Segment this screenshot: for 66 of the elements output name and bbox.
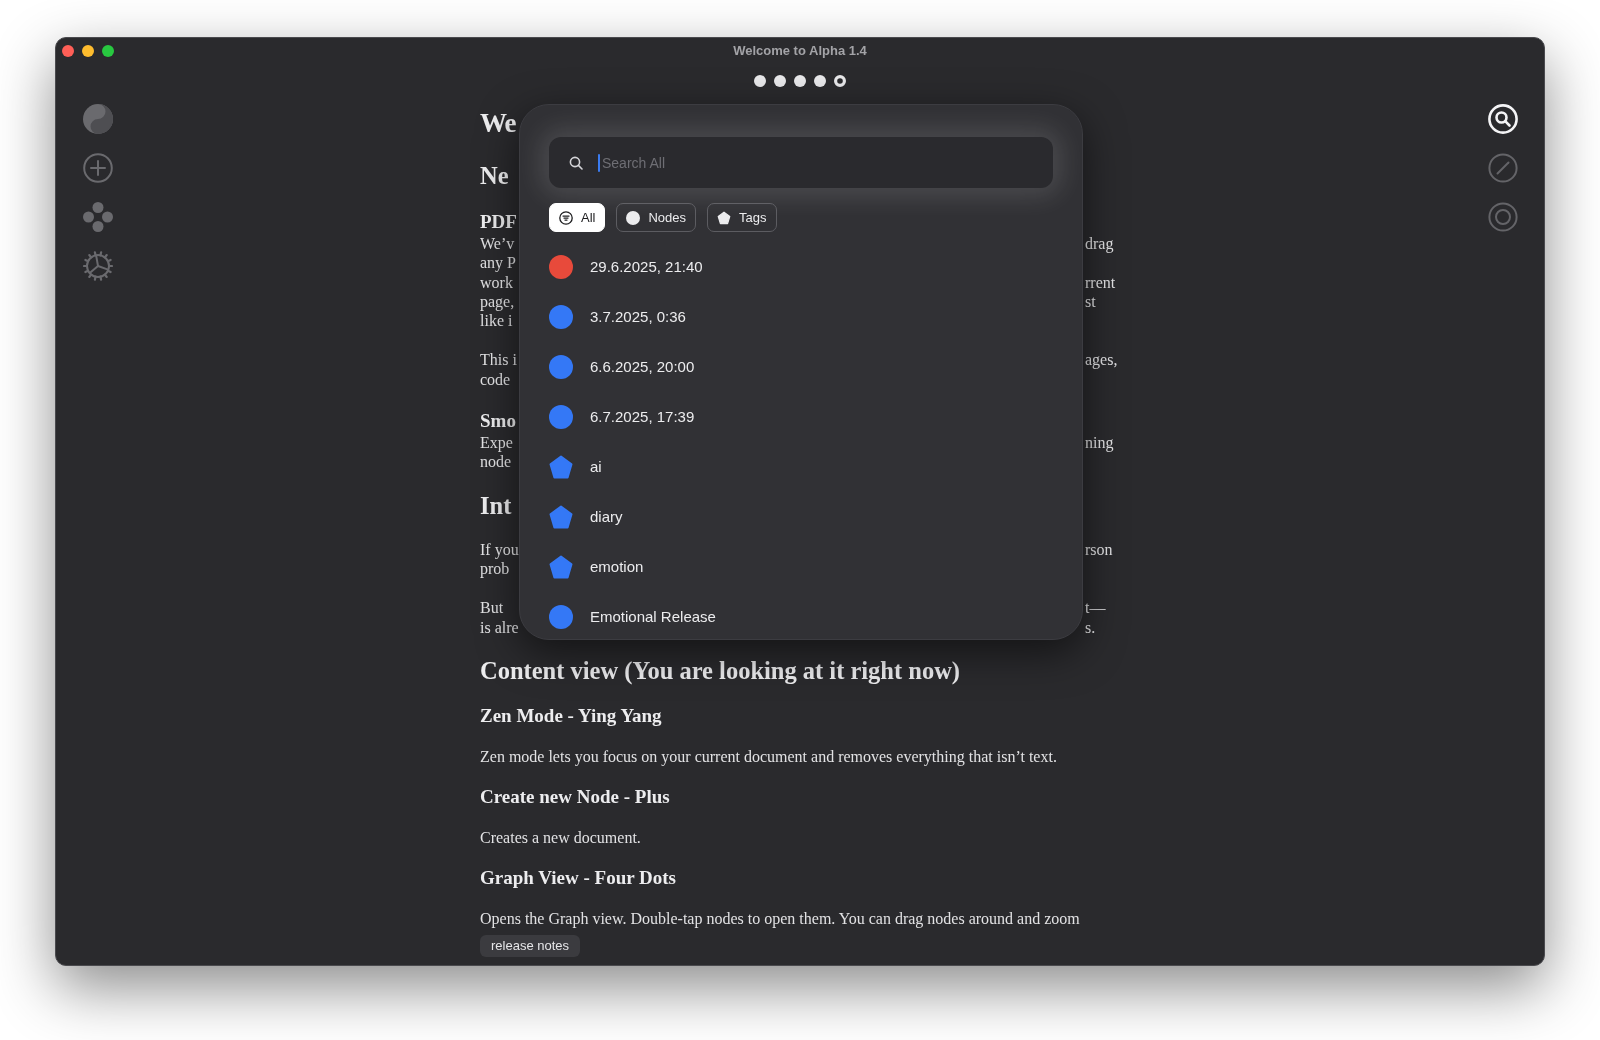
page-title: We bbox=[480, 107, 516, 140]
paragraph-text: t— bbox=[1085, 598, 1106, 618]
paragraph-text: drag bbox=[1085, 234, 1114, 254]
filter-tab[interactable]: Tags bbox=[707, 203, 777, 232]
page-dot-icon[interactable] bbox=[814, 75, 826, 87]
paragraph-text: Opens the Graph view. Double-tap nodes to open them. You can drag nodes around and zoom bbox=[480, 910, 1080, 928]
subsection-heading: Graph View - Four Dots bbox=[480, 867, 676, 889]
filter-tab[interactable]: Nodes bbox=[616, 203, 697, 232]
filter-lines-icon bbox=[559, 210, 573, 225]
paragraph-text: ages, bbox=[1085, 350, 1118, 370]
page-dot-icon[interactable] bbox=[834, 75, 846, 87]
search-icon[interactable] bbox=[1487, 104, 1518, 134]
page-dot-icon[interactable] bbox=[794, 75, 806, 87]
search-result-item[interactable]: 29.6.2025, 21:40 bbox=[549, 242, 1053, 292]
paragraph-text: But bbox=[480, 598, 504, 618]
paragraph-text: rrent bbox=[1085, 272, 1116, 292]
section-heading: Int bbox=[480, 491, 512, 520]
circle-icon bbox=[626, 210, 641, 225]
subsection-heading: Zen Mode - Ying Yang bbox=[480, 704, 662, 726]
paragraph-text: Zen mode lets you focus on your current document and removes everything that isn’t text. bbox=[480, 747, 1057, 765]
pencil-icon[interactable] bbox=[1487, 153, 1518, 183]
page-dot-icon[interactable] bbox=[754, 75, 766, 87]
search-result-item[interactable]: diary bbox=[549, 492, 1053, 542]
paragraph-heading: PDF bbox=[480, 210, 517, 234]
paragraph-text: like i bbox=[480, 311, 513, 331]
target-icon[interactable] bbox=[1487, 202, 1518, 232]
paragraph-text: Expe bbox=[480, 433, 513, 453]
paragraph-text: code bbox=[480, 369, 511, 390]
release-notes-button[interactable]: release notes bbox=[480, 934, 581, 957]
plus-circle-icon[interactable] bbox=[82, 153, 113, 183]
paragraph-text: This i bbox=[480, 350, 517, 370]
search-field[interactable]: Search All bbox=[549, 137, 1053, 188]
search-result-item[interactable]: Emotional Release bbox=[549, 592, 1053, 639]
search-result-item[interactable]: emotion bbox=[549, 542, 1053, 592]
paragraph-text: work bbox=[480, 272, 513, 292]
paragraph-text: ning bbox=[1085, 433, 1114, 453]
paragraph-heading: Smo bbox=[480, 409, 516, 434]
search-result-item[interactable]: ai bbox=[549, 442, 1053, 492]
paragraph-text: s. bbox=[1085, 617, 1096, 637]
search-result-item[interactable]: 3.7.2025, 0:36 bbox=[549, 292, 1053, 342]
filter-tab[interactable]: All bbox=[549, 203, 606, 232]
page-dot-icon[interactable] bbox=[774, 75, 786, 87]
section-heading: Content view (You are looking at it right now) bbox=[480, 656, 960, 684]
window-title: Welcome to Alpha 1.4 bbox=[733, 42, 867, 61]
paragraph-text: node bbox=[480, 452, 512, 472]
section-heading: Ne bbox=[480, 162, 509, 190]
paragraph-text: page, bbox=[480, 291, 515, 312]
paragraph-text: prob bbox=[480, 559, 510, 579]
four-dots-icon[interactable] bbox=[82, 202, 113, 232]
close-window-icon[interactable] bbox=[62, 45, 74, 57]
paragraph-text: Creates a new document. bbox=[480, 829, 641, 847]
search-result-item[interactable]: 6.7.2025, 17:39 bbox=[549, 392, 1053, 442]
subsection-heading: Create new Node - Plus bbox=[480, 786, 670, 808]
settings-icon[interactable] bbox=[82, 251, 113, 281]
search-icon bbox=[569, 155, 583, 170]
yin-yang-icon[interactable] bbox=[82, 104, 113, 134]
paragraph-text: any P bbox=[480, 253, 516, 273]
paragraph-text: We’v bbox=[480, 234, 515, 254]
paragraph-text: is alre bbox=[480, 617, 519, 637]
paragraph-text: rson bbox=[1085, 539, 1113, 559]
maximize-window-icon[interactable] bbox=[102, 45, 114, 57]
search-result-item[interactable]: 6.6.2025, 20:00 bbox=[549, 342, 1053, 392]
paragraph-text: st bbox=[1085, 291, 1096, 312]
paragraph-text: If you bbox=[480, 539, 519, 559]
minimize-window-icon[interactable] bbox=[82, 45, 94, 57]
pentagon-icon bbox=[717, 210, 732, 225]
